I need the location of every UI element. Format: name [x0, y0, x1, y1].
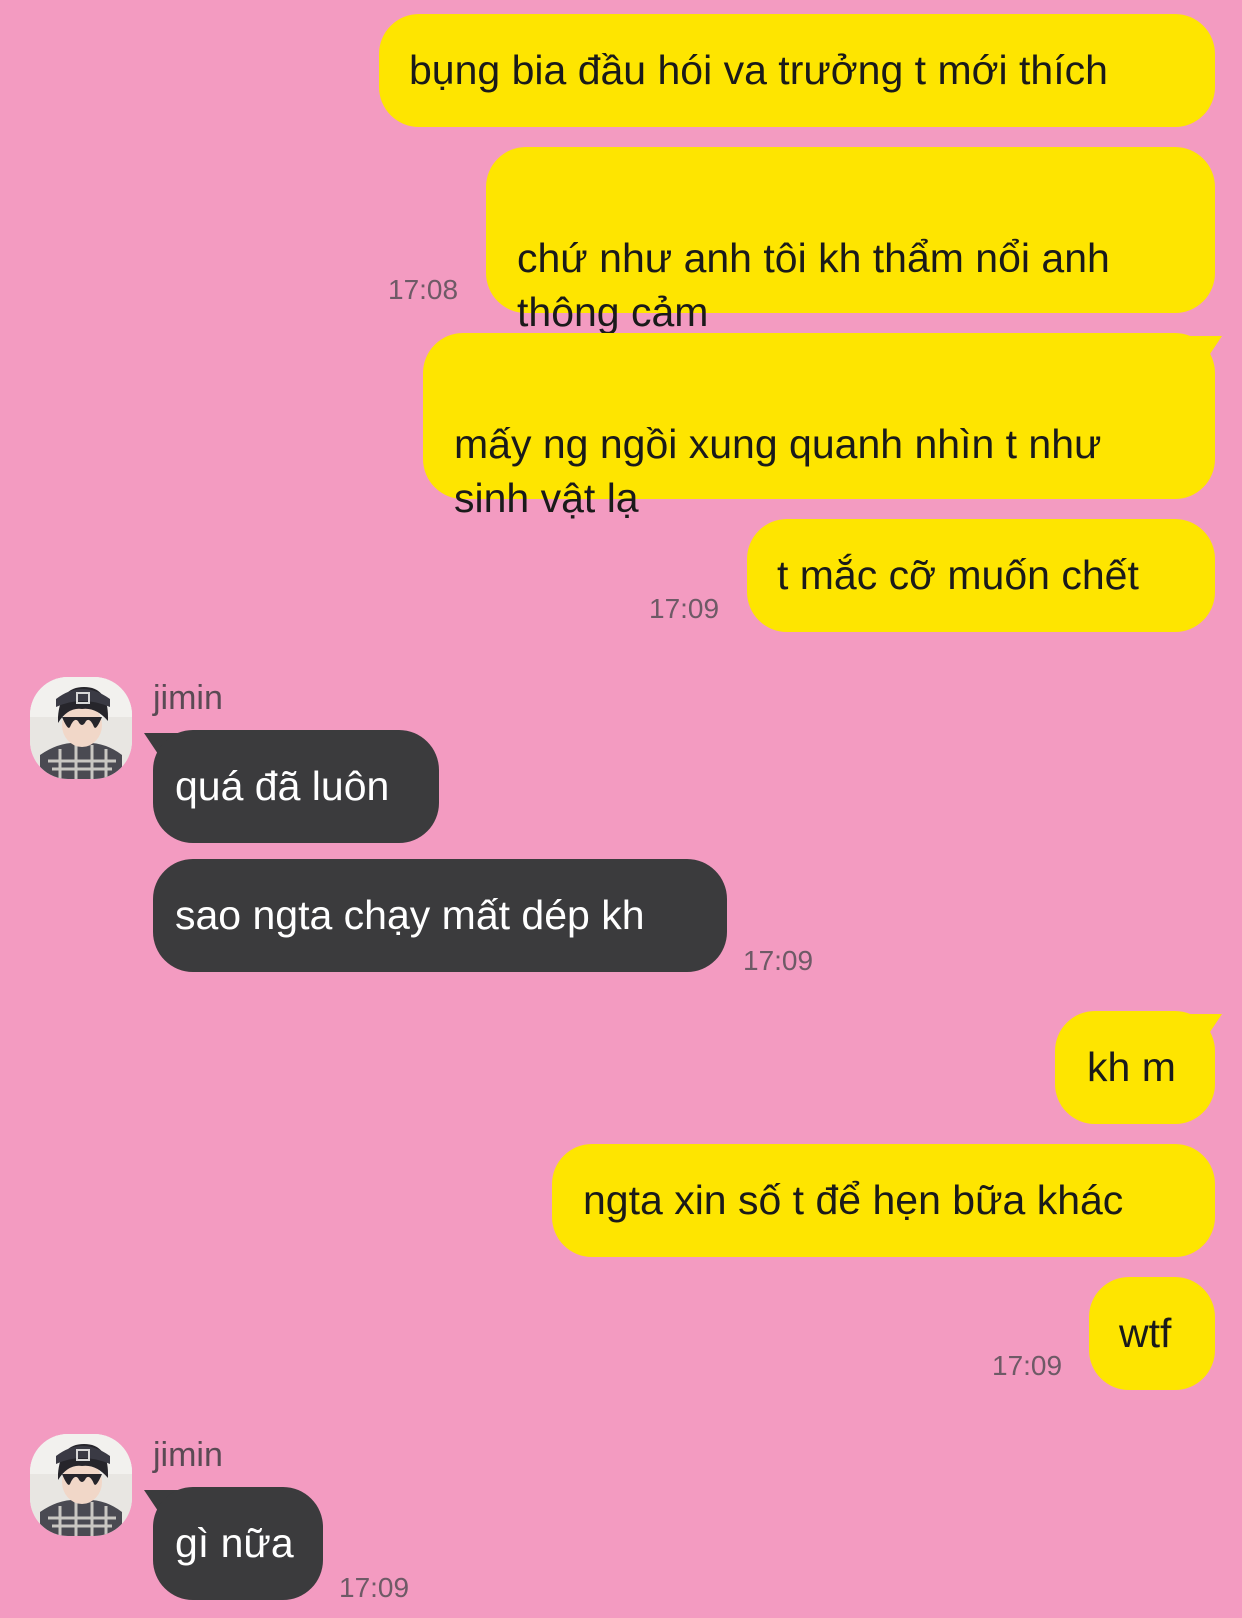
message-text: wtf [1119, 1310, 1172, 1356]
message-bubble-outgoing[interactable]: chứ như anh tôi kh thẩm nổi anh thông cả… [486, 147, 1215, 335]
message-text: quá đã luôn [175, 763, 390, 809]
message-bubble-outgoing[interactable]: mấy ng ngồi xung quanh nhìn t như sinh v… [423, 333, 1215, 521]
message-bubble-outgoing[interactable]: ngta xin số t để hẹn bữa khác [552, 1144, 1215, 1257]
message-bubble-incoming[interactable]: sao ngta chạy mất dép kh [153, 859, 727, 972]
message-bubble-incoming[interactable]: gì nữa [153, 1487, 323, 1600]
message-text: chứ như anh tôi kh thẩm nổi anh thông cả… [517, 235, 1110, 335]
message-text: sao ngta chạy mất dép kh [175, 892, 645, 938]
avatar[interactable] [30, 1434, 132, 1536]
message-text: kh m [1087, 1044, 1176, 1090]
sender-name: jimin [153, 679, 223, 717]
message-text: ngta xin số t để hẹn bữa khác [583, 1177, 1124, 1223]
message-timestamp: 17:09 [649, 593, 720, 624]
message-text: gì nữa [175, 1520, 294, 1566]
message-timestamp: 17:09 [992, 1350, 1063, 1381]
message-timestamp: 17:09 [339, 1572, 410, 1603]
message-bubble-incoming[interactable]: quá đã luôn [153, 730, 439, 843]
message-bubble-outgoing[interactable]: bụng bia đầu hói va trưởng t mới thích [379, 14, 1215, 127]
message-text: t mắc cỡ muốn chết [777, 552, 1139, 598]
message-bubble-outgoing[interactable]: kh m [1055, 1011, 1215, 1124]
message-text: mấy ng ngồi xung quanh nhìn t như sinh v… [454, 421, 1102, 521]
avatar[interactable] [30, 677, 132, 779]
message-bubble-outgoing[interactable]: t mắc cỡ muốn chết [747, 519, 1215, 632]
message-timestamp: 17:09 [743, 945, 814, 976]
message-text: bụng bia đầu hói va trưởng t mới thích [409, 47, 1108, 93]
sender-name: jimin [153, 1436, 223, 1474]
message-timestamp: 17:08 [388, 274, 459, 305]
message-bubble-outgoing[interactable]: wtf [1089, 1277, 1215, 1390]
profile-photo-icon [30, 1434, 132, 1536]
profile-photo-icon [30, 677, 132, 779]
